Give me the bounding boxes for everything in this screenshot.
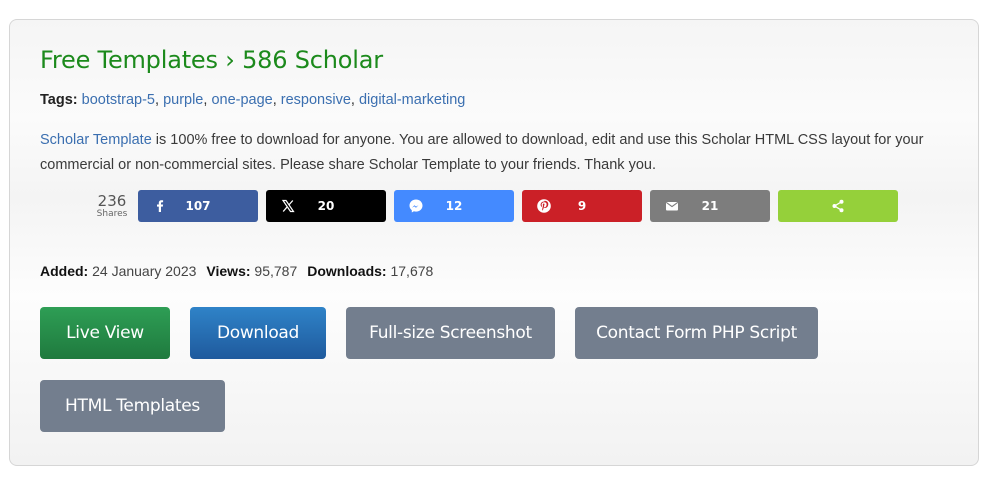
tag-link[interactable]: purple xyxy=(163,92,203,108)
breadcrumb-separator: › xyxy=(225,46,235,74)
template-name-link[interactable]: Scholar Template xyxy=(40,132,152,148)
breadcrumb-current: 586 Scholar xyxy=(242,46,383,74)
contact-form-php-script-button[interactable]: Contact Form PHP Script xyxy=(575,307,818,359)
tags-label: Tags: xyxy=(40,92,78,108)
template-stats: Added: 24 January 2023 Views: 95,787 Downl… xyxy=(40,261,433,281)
views-count: 95,787 xyxy=(254,263,298,279)
pinterest-share-button[interactable]: 9 xyxy=(522,190,642,222)
added-label: Added: xyxy=(40,263,89,279)
html-templates-button[interactable]: HTML Templates xyxy=(40,380,225,432)
facebook-share-button[interactable]: 107 xyxy=(138,190,258,222)
template-card: Free Templates › 586 Scholar Tags: boots… xyxy=(9,19,979,466)
messenger-share-button[interactable]: 12 xyxy=(394,190,514,222)
tag-link[interactable]: bootstrap-5 xyxy=(82,92,155,108)
facebook-share-count: 107 xyxy=(185,199,211,213)
share-more-button[interactable] xyxy=(778,190,898,222)
share-total-count: 236 xyxy=(97,192,127,210)
description-text: is 100% free to download for anyone. You… xyxy=(40,132,924,173)
download-button[interactable]: Download xyxy=(190,307,326,359)
email-share-count: 21 xyxy=(701,199,719,213)
views-label: Views: xyxy=(206,263,251,279)
breadcrumb-free-templates-link[interactable]: Free Templates xyxy=(40,46,218,74)
share-total: 236 Shares xyxy=(92,193,132,219)
share-icon xyxy=(830,198,846,214)
description: Scholar Template is 100% free to downloa… xyxy=(40,128,940,177)
x-share-button[interactable]: 20 xyxy=(266,190,386,222)
messenger-share-count: 12 xyxy=(445,199,463,213)
downloads-count: 17,678 xyxy=(390,263,434,279)
added-date: 24 January 2023 xyxy=(92,263,197,279)
live-view-button[interactable]: Live View xyxy=(40,307,170,359)
x-share-count: 20 xyxy=(317,199,335,213)
page-title: Free Templates › 586 Scholar xyxy=(40,45,383,75)
tags-line: Tags: bootstrap-5, purple, one-page, res… xyxy=(40,92,466,108)
tag-link[interactable]: responsive xyxy=(281,92,351,108)
tag-link[interactable]: digital-marketing xyxy=(359,92,465,108)
email-share-button[interactable]: 21 xyxy=(650,190,770,222)
full-size-screenshot-button[interactable]: Full-size Screenshot xyxy=(346,307,555,359)
pinterest-share-count: 9 xyxy=(577,199,587,213)
downloads-label: Downloads: xyxy=(307,263,387,279)
tag-link[interactable]: one-page xyxy=(211,92,272,108)
share-total-label: Shares xyxy=(96,209,128,219)
